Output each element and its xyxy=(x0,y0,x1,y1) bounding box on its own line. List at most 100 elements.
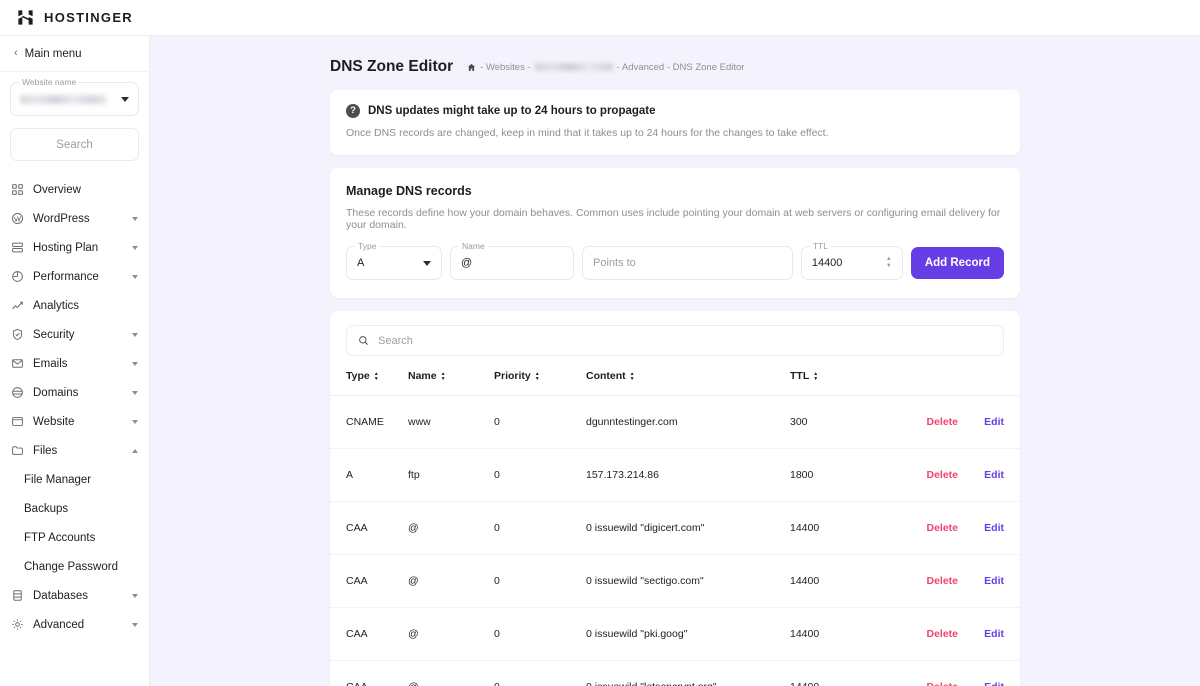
record-name-cell: ftp xyxy=(408,448,494,502)
record-name-cell: @ xyxy=(408,554,494,608)
home-icon[interactable] xyxy=(467,63,476,72)
sidebar-item-files[interactable]: Files xyxy=(0,436,149,465)
chevron-down-icon xyxy=(132,361,138,366)
chevron-down-icon xyxy=(132,245,138,250)
sidebar-search-placeholder: Search xyxy=(56,138,93,151)
chevron-down-icon xyxy=(132,216,138,221)
sidebar-item-label: Performance xyxy=(33,270,99,283)
chevron-down-icon xyxy=(132,390,138,395)
record-ttl-stepper[interactable]: TTL 14400 ▲ ▼ xyxy=(800,241,903,280)
sidebar-item-analytics[interactable]: Analytics xyxy=(0,291,149,320)
record-type-cell: A xyxy=(330,448,408,502)
edit-label: Edit xyxy=(984,522,1004,534)
record-name-input[interactable]: Name @ xyxy=(450,241,574,280)
edit-record-button[interactable]: Edit xyxy=(958,660,1020,686)
record-type-select[interactable]: Type A xyxy=(346,241,442,280)
record-ttl-cell: 300 xyxy=(790,395,886,449)
sidebar-item-domains[interactable]: Domains xyxy=(0,378,149,407)
add-record-form: Type A Name @ Points to TTL 14400 ▲ ▼ Ad… xyxy=(346,241,1004,280)
edit-label: Edit xyxy=(984,416,1004,428)
sidebar-item-security[interactable]: Security xyxy=(0,320,149,349)
sidebar-item-emails[interactable]: Emails xyxy=(0,349,149,378)
sidebar-item-overview[interactable]: Overview xyxy=(0,175,149,204)
line-chart-icon xyxy=(12,301,23,310)
column-header-ttl[interactable]: TTL ▲ ▼ xyxy=(790,370,886,396)
website-selector-block: Website name xyxy=(0,72,149,116)
column-header-priority[interactable]: Priority ▲ ▼ xyxy=(494,370,586,396)
edit-record-button[interactable]: Edit xyxy=(958,395,1020,449)
sidebar-subitem-ftp-accounts[interactable]: FTP Accounts xyxy=(0,523,149,552)
sidebar-item-databases[interactable]: Databases xyxy=(0,581,149,610)
record-ttl-cell: 14400 xyxy=(790,660,886,686)
body-split: ‹ Main menu Website name Search Overview xyxy=(0,36,1200,686)
main-menu-back[interactable]: ‹ Main menu xyxy=(0,36,149,72)
column-header-name[interactable]: Name ▲ ▼ xyxy=(408,370,494,396)
edit-record-button[interactable]: Edit xyxy=(958,554,1020,608)
delete-record-button[interactable]: Delete xyxy=(886,395,958,449)
app-root: HOSTINGER ‹ Main menu Website name Searc… xyxy=(0,0,1200,686)
sidebar-subitem-change-password[interactable]: Change Password xyxy=(0,552,149,581)
sidebar-search-input[interactable]: Search xyxy=(10,128,139,161)
delete-record-button[interactable]: Delete xyxy=(886,607,958,661)
sidebar-item-label: WordPress xyxy=(33,212,90,225)
sort-icon: ▲ ▼ xyxy=(440,370,446,382)
website-selector[interactable]: Website name xyxy=(10,77,139,116)
notice-title-row: ? DNS updates might take up to 24 hours … xyxy=(346,104,1004,118)
record-ttl-cell: 1800 xyxy=(790,448,886,502)
edit-record-button[interactable]: Edit xyxy=(958,607,1020,661)
breadcrumb: - Websites - - Advanced - DNS Zone Edito… xyxy=(467,62,744,73)
delete-record-button[interactable]: Delete xyxy=(886,660,958,686)
sidebar-item-hosting-plan[interactable]: Hosting Plan xyxy=(0,233,149,262)
edit-record-button[interactable]: Edit xyxy=(958,448,1020,502)
sidebar-item-performance[interactable]: Performance xyxy=(0,262,149,291)
record-name-cell: @ xyxy=(408,660,494,686)
sidebar-item-advanced[interactable]: Advanced xyxy=(0,610,149,639)
sidebar-item-label: Domains xyxy=(33,386,79,399)
delete-record-button[interactable]: Delete xyxy=(886,448,958,502)
chevron-up-icon xyxy=(132,448,138,453)
sidebar-subitem-backups[interactable]: Backups xyxy=(0,494,149,523)
record-priority-cell: 0 xyxy=(494,448,586,502)
delete-record-button[interactable]: Delete xyxy=(886,501,958,555)
column-header-type[interactable]: Type ▲ ▼ xyxy=(330,370,408,396)
envelope-icon xyxy=(12,359,23,368)
sidebar-item-wordpress[interactable]: WordPress xyxy=(0,204,149,233)
sidebar-item-label: Advanced xyxy=(33,618,85,631)
record-type-label: Type xyxy=(355,241,380,251)
dns-records-table-card: Search Type ▲ ▼ Name ▲ ▼ Priority ▲ ▼ Co… xyxy=(330,311,1020,686)
page-container: DNS Zone Editor - Websites - - Advanced … xyxy=(330,36,1020,686)
window-icon xyxy=(12,416,23,427)
delete-label: Delete xyxy=(926,416,958,428)
record-priority-cell: 0 xyxy=(494,501,586,555)
record-ttl-cell: 14400 xyxy=(790,607,886,661)
notice-text: Once DNS records are changed, keep in mi… xyxy=(346,127,829,139)
chevron-down-icon xyxy=(423,260,431,266)
column-header-content[interactable]: Content ▲ ▼ xyxy=(586,370,790,396)
record-points-to-input[interactable]: Points to xyxy=(582,246,793,280)
add-record-button[interactable]: Add Record xyxy=(910,247,1004,279)
search-icon xyxy=(359,336,368,345)
table-header-row: Type ▲ ▼ Name ▲ ▼ Priority ▲ ▼ Content ▲ ▼ TTL ▲ ▼ xyxy=(330,370,1020,396)
column-label: Content xyxy=(586,370,626,382)
website-name-redacted xyxy=(20,94,106,104)
records-search-input[interactable]: Search xyxy=(346,325,1004,356)
main-content: DNS Zone Editor - Websites - - Advanced … xyxy=(150,36,1200,686)
hostinger-h-logo-icon xyxy=(18,10,33,25)
table-row: CAA @0 0 issuewild "digicert.com" 14400 Dele… xyxy=(330,501,1020,555)
database-icon xyxy=(13,590,22,601)
manage-title: Manage DNS records xyxy=(346,184,472,198)
record-ttl-label: TTL xyxy=(809,241,831,251)
record-ttl-value: 14400 xyxy=(811,257,843,269)
brand-logo[interactable]: HOSTINGER xyxy=(16,8,133,27)
sidebar-item-label: Analytics xyxy=(33,299,80,312)
notice-title: DNS updates might take up to 24 hours to… xyxy=(368,105,656,117)
table-search-wrap: Search xyxy=(330,311,1020,356)
delete-record-button[interactable]: Delete xyxy=(886,554,958,608)
sidebar-subitem-file-manager[interactable]: File Manager xyxy=(0,465,149,494)
edit-record-button[interactable]: Edit xyxy=(958,501,1020,555)
sidebar-item-website[interactable]: Website xyxy=(0,407,149,436)
sort-icon: ▲ ▼ xyxy=(813,370,819,382)
table-head: Type ▲ ▼ Name ▲ ▼ Priority ▲ ▼ Content ▲ ▼ TTL ▲ ▼ xyxy=(330,370,1020,396)
record-content-cell: 157.173.214.86 xyxy=(586,448,790,502)
stepper-arrows-icon[interactable]: ▲ ▼ xyxy=(886,256,892,269)
